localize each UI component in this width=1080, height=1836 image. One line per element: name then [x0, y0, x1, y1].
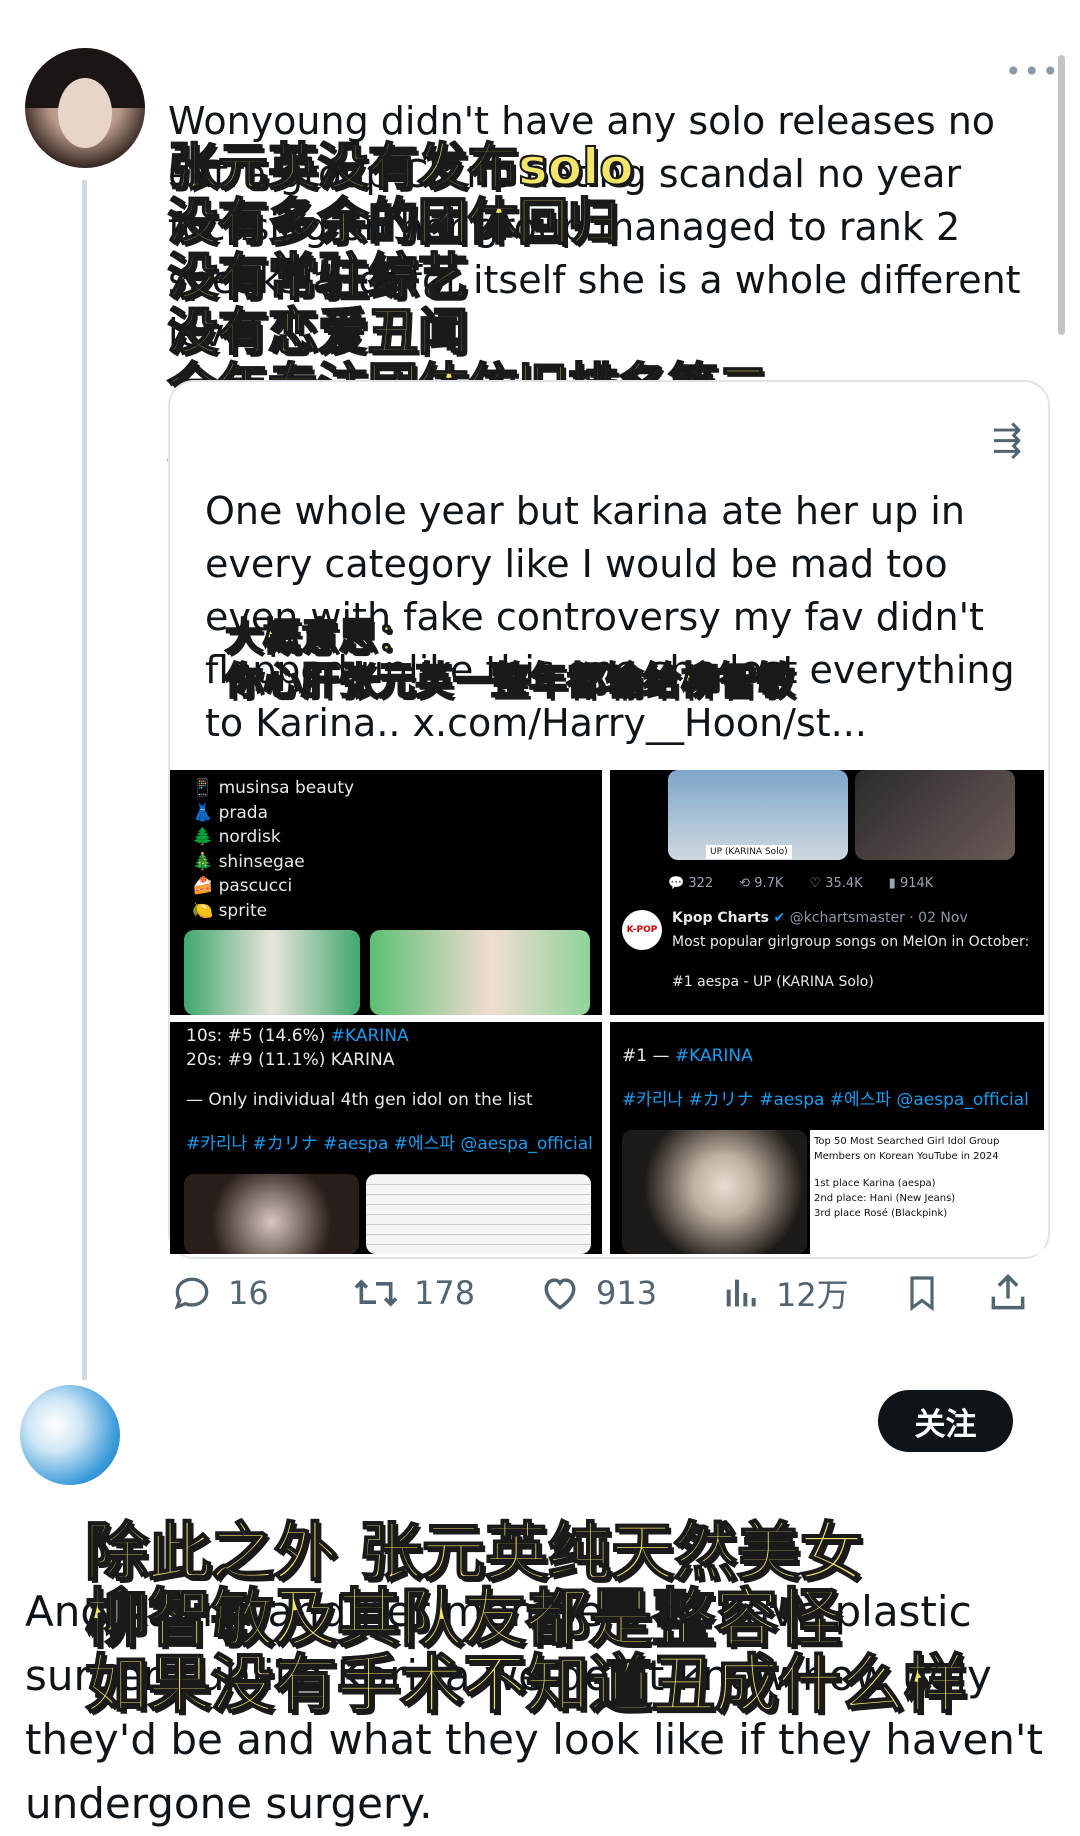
stage-caption: UP (KARINA Solo): [706, 845, 792, 859]
like-count: 913: [596, 1274, 658, 1312]
quoted-image-4[interactable]: #1 — #KARINA #카리나 #カリナ #aespa #에스파 @aesp…: [610, 1022, 1044, 1254]
brand-item: pascucci: [218, 876, 293, 896]
tree-icon: 🌲: [192, 827, 214, 847]
ranking-item: 3rd place Rosé (Blackpink): [814, 1208, 948, 1219]
reply-count: 16: [228, 1274, 269, 1312]
retweet-stat: ⟲ 9.7K: [739, 876, 784, 891]
photo-thumbnail: [622, 1130, 807, 1254]
dress-icon: 👗: [192, 802, 214, 823]
reply-button[interactable]: 16: [170, 1268, 269, 1318]
scrollbar[interactable]: [1058, 55, 1065, 335]
share-button[interactable]: [986, 1268, 1030, 1318]
bookmark-button[interactable]: [902, 1268, 942, 1318]
stat-line: 10s: #5 (14.6%) #KARINA: [186, 1026, 409, 1046]
brand-item: nordisk: [218, 827, 281, 847]
stat-note: — Only individual 4th gen idol on the li…: [186, 1090, 533, 1110]
quoted-image-1[interactable]: 📱 musinsa beauty 👗 prada 🌲 nordisk 🎄 shi…: [170, 770, 602, 1015]
brand-item: sprite: [218, 900, 268, 921]
ranking-item: 2nd place: Hani (New Jeans): [814, 1193, 956, 1204]
hashtags: #카리나 #カリナ #aespa #에스파 @aespa_official: [186, 1134, 593, 1154]
rank-line: #1 — #KARINA: [622, 1046, 753, 1066]
retweet-button[interactable]: 178: [352, 1268, 475, 1318]
share-icon: [991, 1274, 1025, 1310]
account-handle: @kchartsmaster · 02 Nov: [789, 910, 968, 926]
like-stat: ♡ 35.4K: [809, 876, 863, 891]
like-button[interactable]: 913: [538, 1268, 657, 1318]
reply-stat: 💬 322: [668, 876, 714, 891]
ranking-panel: Top 50 Most Searched Girl Idol Group Mem…: [810, 1130, 1044, 1254]
views-count: 12万: [776, 1276, 849, 1314]
photo-thumbnail: [855, 770, 1015, 860]
reply-icon: [174, 1277, 209, 1310]
overlay-caption-bottom: 除此之外 张元英纯天然美女 柳智敏及其队友都是整容怪 如果没有手术不知道丑成什么…: [84, 1516, 968, 1721]
phone-icon: 📱: [192, 778, 214, 798]
overlay-caption-middle: 大概意思： 你心肝张元英一整年都输给柳智敏: [224, 614, 796, 704]
embedded-tweet-rank: #1 aespa - UP (KARINA Solo): [672, 974, 874, 990]
ranking-title: Top 50 Most Searched Girl Idol Group Mem…: [814, 1136, 1000, 1162]
analytics-icon: [726, 1279, 756, 1307]
follow-button[interactable]: 关注: [878, 1390, 1013, 1452]
data-table-thumbnail: [366, 1174, 591, 1254]
ranking-item: 1st place Karina (aespa): [814, 1178, 936, 1189]
photo-thumbnail: [184, 930, 360, 1015]
cake-icon: 🍰: [192, 876, 214, 896]
quoted-image-3[interactable]: 10s: #5 (14.6%) #KARINA 20s: #9 (11.1%) …: [170, 1022, 602, 1254]
brand-item: musinsa beauty: [218, 778, 355, 798]
more-horizontal-icon[interactable]: •••: [1005, 55, 1061, 88]
embedded-tweet-header: Kpop Charts ✔ @kchartsmaster · 02 Nov: [672, 908, 968, 928]
heart-icon: [544, 1278, 576, 1310]
bookmark-icon: [910, 1276, 934, 1312]
embedded-tweet-text: Most popular girlgroup songs on MelOn in…: [672, 934, 1030, 950]
stat-line: 20s: #9 (11.1%) KARINA: [186, 1050, 395, 1070]
quoted-image-2[interactable]: UP (KARINA Solo) 💬 322 ⟲ 9.7K ♡ 35.4K ▮ …: [610, 770, 1044, 1015]
translate-icon[interactable]: ⇶: [992, 420, 1022, 461]
retweet-icon: [354, 1279, 398, 1307]
lemon-icon: 🍋: [192, 900, 214, 921]
views-stat: ▮ 914K: [888, 876, 934, 891]
verified-icon: ✔: [773, 910, 786, 926]
reply-author-avatar[interactable]: [20, 1385, 120, 1485]
author-avatar[interactable]: [25, 48, 145, 168]
retweet-count: 178: [414, 1274, 476, 1312]
views-button[interactable]: 12万: [722, 1268, 849, 1318]
tree-icon: 🎄: [192, 851, 214, 872]
photo-thumbnail: [184, 1174, 359, 1254]
account-badge: K-POP: [622, 910, 662, 950]
stats-row: 💬 322 ⟲ 9.7K ♡ 35.4K ▮ 914K: [668, 872, 933, 896]
account-name: Kpop Charts: [672, 910, 770, 926]
avatar-face: [58, 78, 112, 148]
brand-list: 📱 musinsa beauty 👗 prada 🌲 nordisk 🎄 shi…: [192, 776, 354, 923]
hashtags: #카리나 #カリナ #aespa #에스파 @aespa_official: [622, 1090, 1029, 1110]
photo-thumbnail: [370, 930, 590, 1015]
brand-item: prada: [218, 802, 268, 823]
brand-item: shinsegae: [218, 851, 305, 872]
thread-connector-line: [82, 180, 87, 1380]
